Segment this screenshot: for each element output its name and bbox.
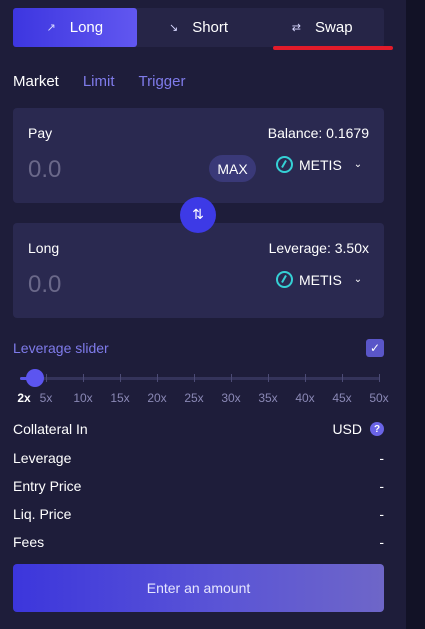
- order-type-tabs: Market Limit Trigger: [13, 73, 185, 90]
- tab-short-label: Short: [192, 19, 229, 36]
- slider-tick-label[interactable]: 50x: [369, 391, 388, 405]
- entry-price-row: Entry Price -: [13, 478, 384, 494]
- leverage-slider-title: Leverage slider: [13, 340, 109, 356]
- order-type-market[interactable]: Market: [13, 73, 59, 90]
- slider-tick-label[interactable]: 15x: [110, 391, 129, 405]
- leverage-text: Leverage: 3.50x: [268, 240, 369, 256]
- slider-tick: [194, 374, 195, 382]
- slider-tick-label[interactable]: 10x: [73, 391, 92, 405]
- slider-tick: [379, 374, 380, 382]
- slider-tick-label[interactable]: 40x: [295, 391, 314, 405]
- metis-token-icon: [276, 156, 293, 173]
- tab-long[interactable]: ↗ Long: [13, 8, 137, 47]
- tab-short[interactable]: ↘ Short: [137, 8, 261, 47]
- leverage-value: -: [379, 450, 384, 466]
- slider-tick-label[interactable]: 45x: [332, 391, 351, 405]
- slider-tick: [231, 374, 232, 382]
- slider-tick: [342, 374, 343, 382]
- trend-down-icon: ↘: [168, 21, 179, 34]
- slider-tick: [120, 374, 121, 382]
- slider-tick: [268, 374, 269, 382]
- slider-tick: [157, 374, 158, 382]
- collateral-value-group: USD ?: [332, 421, 384, 437]
- enter-amount-button[interactable]: Enter an amount: [13, 564, 384, 612]
- pay-box: Pay Balance: 0.1679 0.0 MAX METIS ⌄: [13, 108, 384, 203]
- slider-tick-label[interactable]: 5x: [40, 391, 53, 405]
- balance-text: Balance: 0.1679: [267, 125, 369, 141]
- order-type-limit[interactable]: Limit: [83, 73, 115, 90]
- fees-label: Fees: [13, 534, 45, 550]
- entry-price-label: Entry Price: [13, 478, 82, 494]
- pay-label: Pay: [28, 125, 53, 141]
- page-edge-strip: [406, 0, 425, 629]
- swap-annotation-underline: [273, 46, 393, 50]
- swap-arrows-icon: ⇄: [291, 21, 302, 34]
- slider-tick-label[interactable]: 20x: [147, 391, 166, 405]
- entry-price-value: -: [379, 478, 384, 494]
- slider-tick: [83, 374, 84, 382]
- long-token-selector[interactable]: METIS ⌄: [276, 271, 362, 288]
- pay-token-selector[interactable]: METIS ⌄: [276, 156, 362, 173]
- leverage-label: Leverage: [13, 450, 72, 466]
- tab-long-label: Long: [69, 19, 104, 36]
- fees-value: -: [379, 534, 384, 550]
- trend-up-icon: ↗: [46, 21, 56, 34]
- slider-tick-label[interactable]: 30x: [221, 391, 240, 405]
- long-amount-input[interactable]: 0.0: [28, 271, 61, 299]
- switch-direction-button[interactable]: ⇅: [180, 197, 216, 233]
- long-box: Long Leverage: 3.50x 0.0 METIS ⌄: [13, 223, 384, 318]
- long-token-symbol: METIS: [299, 271, 342, 288]
- liq-price-label: Liq. Price: [13, 506, 72, 522]
- pay-token-symbol: METIS: [299, 156, 342, 173]
- tab-swap-label: Swap: [315, 19, 353, 36]
- leverage-row: Leverage -: [13, 450, 384, 466]
- chevron-down-icon: ⌄: [353, 274, 363, 285]
- collateral-value[interactable]: USD: [332, 421, 362, 437]
- fees-row: Fees -: [13, 534, 384, 550]
- slider-tick-label[interactable]: 35x: [258, 391, 277, 405]
- position-tabs: ↗ Long ↘ Short ⇄ Swap: [13, 8, 384, 47]
- help-icon[interactable]: ?: [370, 422, 384, 436]
- collateral-row: Collateral In USD ?: [13, 421, 384, 437]
- chevron-down-icon: ⌄: [353, 159, 363, 170]
- long-label: Long: [28, 240, 60, 256]
- slider-tick-label[interactable]: 25x: [184, 391, 203, 405]
- leverage-slider-thumb[interactable]: [26, 369, 44, 387]
- liq-price-row: Liq. Price -: [13, 506, 384, 522]
- leverage-slider-track[interactable]: [20, 377, 380, 380]
- trade-panel: ↗ Long ↘ Short ⇄ Swap Market Limit Trigg…: [0, 0, 406, 629]
- order-type-trigger[interactable]: Trigger: [139, 73, 186, 90]
- collateral-label: Collateral In: [13, 421, 88, 437]
- slider-tick: [305, 374, 306, 382]
- liq-price-value: -: [379, 506, 384, 522]
- leverage-slider-checkbox[interactable]: ✓: [366, 339, 384, 357]
- slider-tick: [46, 374, 47, 382]
- slider-tick-label[interactable]: 2x: [17, 391, 30, 405]
- metis-token-icon: [276, 271, 293, 288]
- max-button[interactable]: MAX: [209, 155, 256, 182]
- pay-amount-input[interactable]: 0.0: [28, 156, 61, 184]
- tab-swap[interactable]: ⇄ Swap: [260, 8, 384, 47]
